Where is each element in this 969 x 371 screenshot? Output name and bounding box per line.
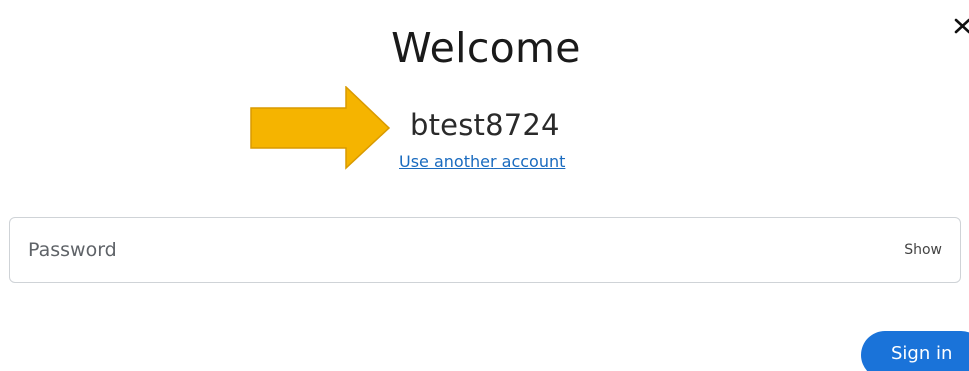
password-input[interactable] — [28, 218, 868, 282]
arrow-right-icon — [250, 85, 392, 174]
use-another-account-link[interactable]: Use another account — [399, 152, 565, 171]
password-field[interactable]: Show — [9, 217, 961, 283]
account-username: btest8724 — [410, 108, 560, 142]
show-password-button[interactable]: Show — [904, 242, 942, 258]
sign-in-button[interactable]: Sign in — [861, 331, 969, 371]
welcome-title: Welcome — [391, 24, 581, 72]
sign-in-dialog: Welcome btest8724 Use another account Sh… — [0, 0, 969, 371]
